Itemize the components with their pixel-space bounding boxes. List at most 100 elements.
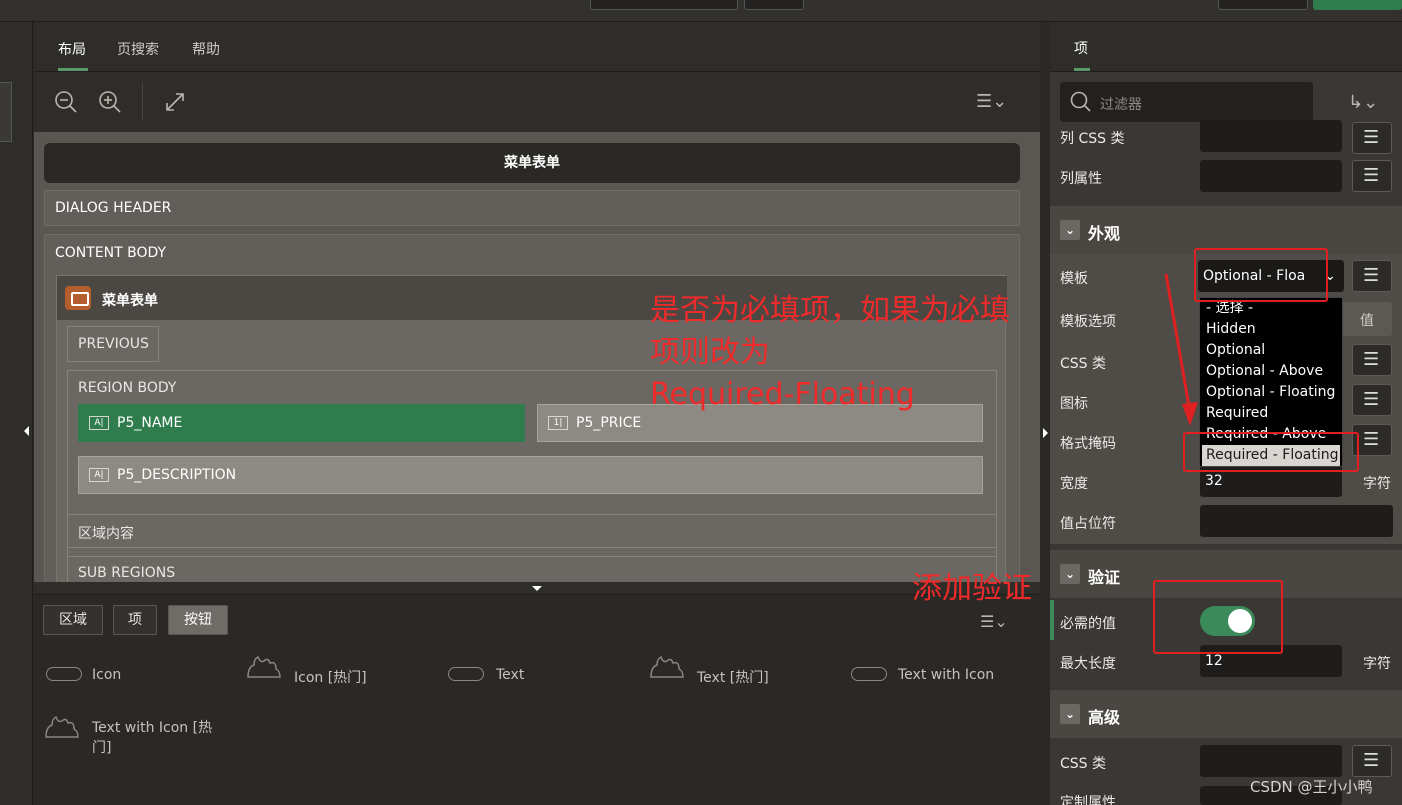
item-label: P5_NAME bbox=[117, 415, 183, 431]
dropdown-option[interactable]: Hidden bbox=[1200, 319, 1342, 340]
tab-page-search[interactable]: 页搜索 bbox=[117, 39, 159, 59]
gallery-item-icon[interactable]: Icon bbox=[92, 667, 121, 683]
region-content-label: 区域内容 bbox=[78, 526, 134, 542]
previous-button-slot[interactable]: PREVIOUS bbox=[67, 326, 159, 362]
width-label: 宽度 bbox=[1060, 476, 1088, 492]
zoom-out-icon[interactable] bbox=[54, 90, 78, 114]
dropdown-option[interactable]: Optional bbox=[1200, 340, 1342, 361]
goto-group-icon[interactable]: ↳⌄ bbox=[1348, 92, 1378, 114]
gallery-item-text-with-icon-hot[interactable]: Text with Icon [热 bbox=[92, 717, 212, 737]
chevron-down-icon: ⌄ bbox=[1060, 704, 1080, 724]
hot-icon bbox=[247, 655, 281, 678]
annotation-line: 是否为必填项，如果为必填 bbox=[650, 293, 1010, 328]
zoom-in-icon[interactable] bbox=[98, 90, 122, 114]
page-title: 菜单表单 bbox=[44, 143, 1020, 183]
region-body-label: REGION BODY bbox=[78, 380, 177, 396]
item-p5-description[interactable]: A| P5_DESCRIPTION bbox=[78, 456, 983, 494]
menu-icon[interactable]: ☰⌄ bbox=[976, 91, 1007, 113]
number-item-icon: 1| bbox=[548, 416, 568, 430]
top-toolbar bbox=[0, 0, 1402, 22]
resize-handle-icon[interactable] bbox=[532, 586, 542, 591]
sub-regions[interactable]: SUB REGIONS bbox=[67, 556, 997, 582]
content-body-label: CONTENT BODY bbox=[55, 245, 167, 261]
list-icon[interactable] bbox=[1352, 122, 1392, 154]
item-label: P5_PRICE bbox=[576, 415, 642, 431]
save-button[interactable] bbox=[1313, 0, 1402, 10]
dropdown-option[interactable]: Optional - Above bbox=[1200, 361, 1342, 382]
gallery-item-text[interactable]: Text bbox=[496, 667, 524, 683]
css-class-label: CSS 类 bbox=[1060, 356, 1106, 372]
list-icon[interactable] bbox=[1352, 745, 1392, 777]
placeholder-field[interactable] bbox=[1200, 505, 1393, 537]
dialog-header-region[interactable]: DIALOG HEADER bbox=[44, 190, 1020, 226]
collapse-left-icon[interactable] bbox=[24, 426, 29, 436]
column-css-label: 列 CSS 类 bbox=[1060, 131, 1125, 147]
list-icon[interactable] bbox=[1352, 344, 1392, 376]
template-label: 模板 bbox=[1060, 271, 1088, 287]
appearance-title: 外观 bbox=[1088, 224, 1121, 243]
filter-input[interactable]: 过滤器 bbox=[1060, 82, 1313, 122]
template-options-label: 模板选项 bbox=[1060, 314, 1116, 330]
advanced-section[interactable]: ⌄ 高级 bbox=[1050, 690, 1402, 738]
gallery-tab-buttons[interactable]: 按钮 bbox=[168, 605, 228, 635]
region-content[interactable]: 区域内容 bbox=[67, 514, 997, 548]
placeholder-label: 值占位符 bbox=[1060, 516, 1116, 532]
tab-layout[interactable]: 布局 bbox=[58, 39, 86, 59]
gallery-tab-items[interactable]: 项 bbox=[113, 605, 157, 635]
region-title: 菜单表单 bbox=[102, 293, 158, 309]
collapse-right-icon[interactable] bbox=[1043, 428, 1048, 438]
tab-help[interactable]: 帮助 bbox=[192, 39, 220, 59]
template-options-hint: 值 bbox=[1360, 313, 1374, 329]
annotation-text: 是否为必填项，如果为必填 项则改为 Required-Floating bbox=[650, 290, 1010, 416]
previous-label: PREVIOUS bbox=[78, 336, 149, 352]
advanced-css-class-label: CSS 类 bbox=[1060, 756, 1106, 772]
annotation-line: 项则改为 bbox=[650, 335, 770, 370]
gallery-item-icon-hot[interactable]: Icon [热门] bbox=[294, 667, 367, 687]
gallery-menu-icon[interactable]: ☰⌄ bbox=[980, 611, 1008, 633]
max-length-label: 最大长度 bbox=[1060, 656, 1116, 672]
appearance-section[interactable]: ⌄ 外观 bbox=[1050, 206, 1402, 254]
chevron-down-icon: ⌄ bbox=[1060, 220, 1080, 240]
list-icon[interactable] bbox=[1352, 384, 1392, 416]
toolbar-select[interactable] bbox=[590, 0, 738, 10]
annotation-box bbox=[1153, 580, 1283, 654]
max-length-unit: 字符 bbox=[1363, 656, 1391, 672]
layout-toolbar: ☰⌄ bbox=[34, 73, 1040, 131]
dropdown-option[interactable]: Required bbox=[1200, 403, 1342, 424]
sub-regions-label: SUB REGIONS bbox=[78, 565, 176, 581]
dropdown-option[interactable]: Optional - Floating bbox=[1200, 382, 1342, 403]
gallery-item-text-with-icon[interactable]: Text with Icon bbox=[898, 667, 994, 683]
expand-icon[interactable] bbox=[164, 91, 186, 113]
chevron-right-button[interactable] bbox=[1352, 260, 1392, 292]
left-panel-stub[interactable] bbox=[0, 82, 12, 142]
column-attributes-field[interactable] bbox=[1200, 160, 1342, 192]
item-p5-name[interactable]: A| P5_NAME bbox=[78, 404, 525, 442]
annotation-arrow bbox=[1164, 273, 1198, 426]
gallery-tab-regions[interactable]: 区域 bbox=[43, 605, 103, 635]
gallery-item-text-hot[interactable]: Text [热门] bbox=[697, 667, 769, 687]
required-label: 必需的值 bbox=[1060, 616, 1116, 632]
advanced-css-class-field[interactable] bbox=[1200, 745, 1342, 777]
filter-placeholder: 过滤器 bbox=[1100, 97, 1142, 113]
column-attributes-label: 列属性 bbox=[1060, 171, 1102, 187]
toolbar-button[interactable] bbox=[744, 0, 804, 10]
hot-icon bbox=[45, 715, 79, 738]
custom-attributes-label: 定制属性 bbox=[1060, 795, 1116, 805]
annotation-validation: 添加验证 bbox=[912, 571, 1032, 606]
format-mask-label: 格式掩码 bbox=[1060, 436, 1116, 452]
left-panel-collapsed bbox=[0, 22, 33, 805]
width-unit: 字符 bbox=[1363, 476, 1391, 492]
button-pill-icon bbox=[448, 667, 484, 681]
item-label: P5_DESCRIPTION bbox=[117, 467, 237, 483]
column-css-field[interactable] bbox=[1200, 120, 1342, 152]
list-icon[interactable] bbox=[1352, 160, 1392, 192]
active-tab-indicator bbox=[1074, 68, 1090, 71]
tab-item[interactable]: 项 bbox=[1074, 38, 1088, 58]
toolbar-button[interactable] bbox=[1218, 0, 1308, 10]
hot-icon bbox=[650, 655, 684, 678]
button-pill-icon bbox=[851, 667, 887, 681]
active-tab-indicator bbox=[58, 68, 88, 71]
advanced-title: 高级 bbox=[1088, 708, 1121, 727]
annotation-line: Required-Floating bbox=[650, 377, 915, 412]
text-item-icon: A| bbox=[89, 416, 109, 430]
